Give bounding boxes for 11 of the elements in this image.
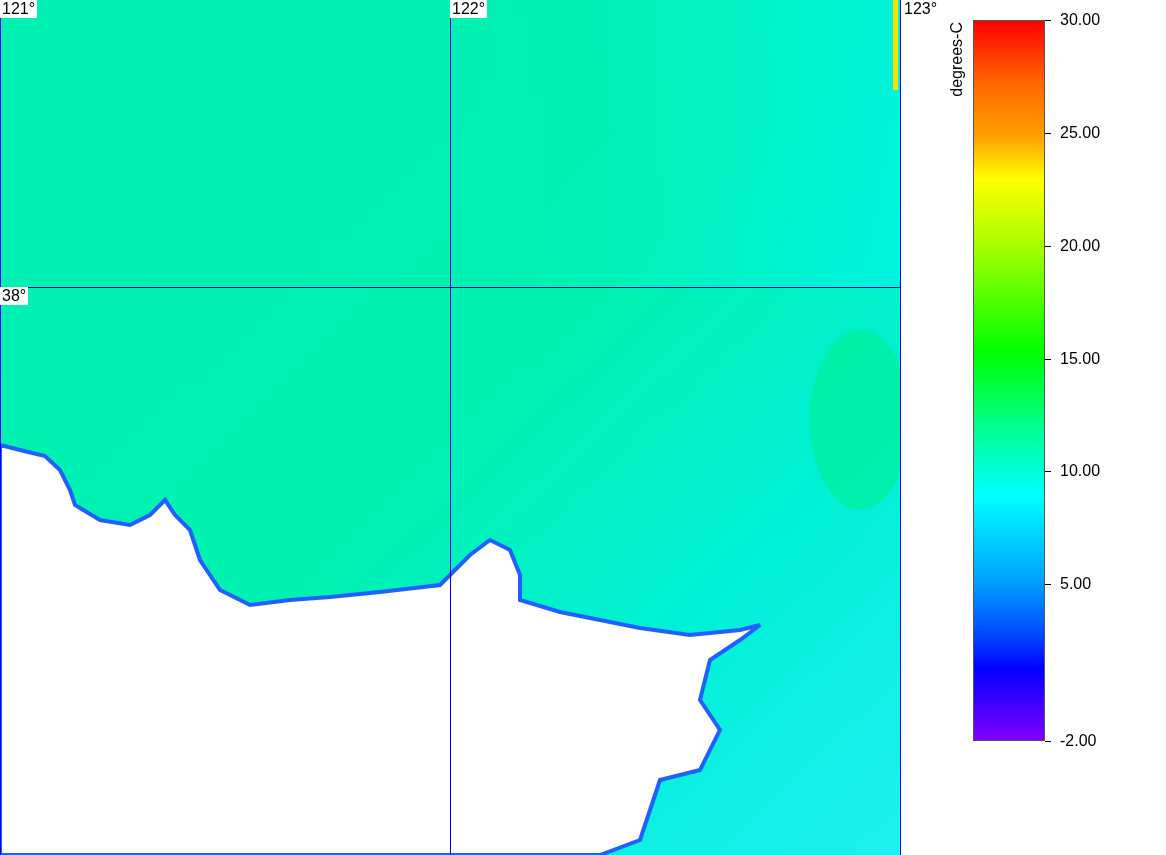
scale-value: -2.00 — [1060, 732, 1097, 750]
scale-value: 10.00 — [1060, 462, 1101, 480]
scale-value: 30.00 — [1060, 11, 1101, 29]
scale-value: 25.00 — [1060, 124, 1101, 142]
grid-label: 121° — [0, 0, 38, 18]
unit-label: degrees-C — [948, 22, 966, 97]
grid-label: 122° — [450, 0, 488, 18]
scale-value: 15.00 — [1060, 350, 1101, 368]
scale-value: 20.00 — [1060, 237, 1101, 255]
grid-label: 38° — [0, 287, 29, 305]
scale-value: 5.00 — [1060, 575, 1092, 593]
